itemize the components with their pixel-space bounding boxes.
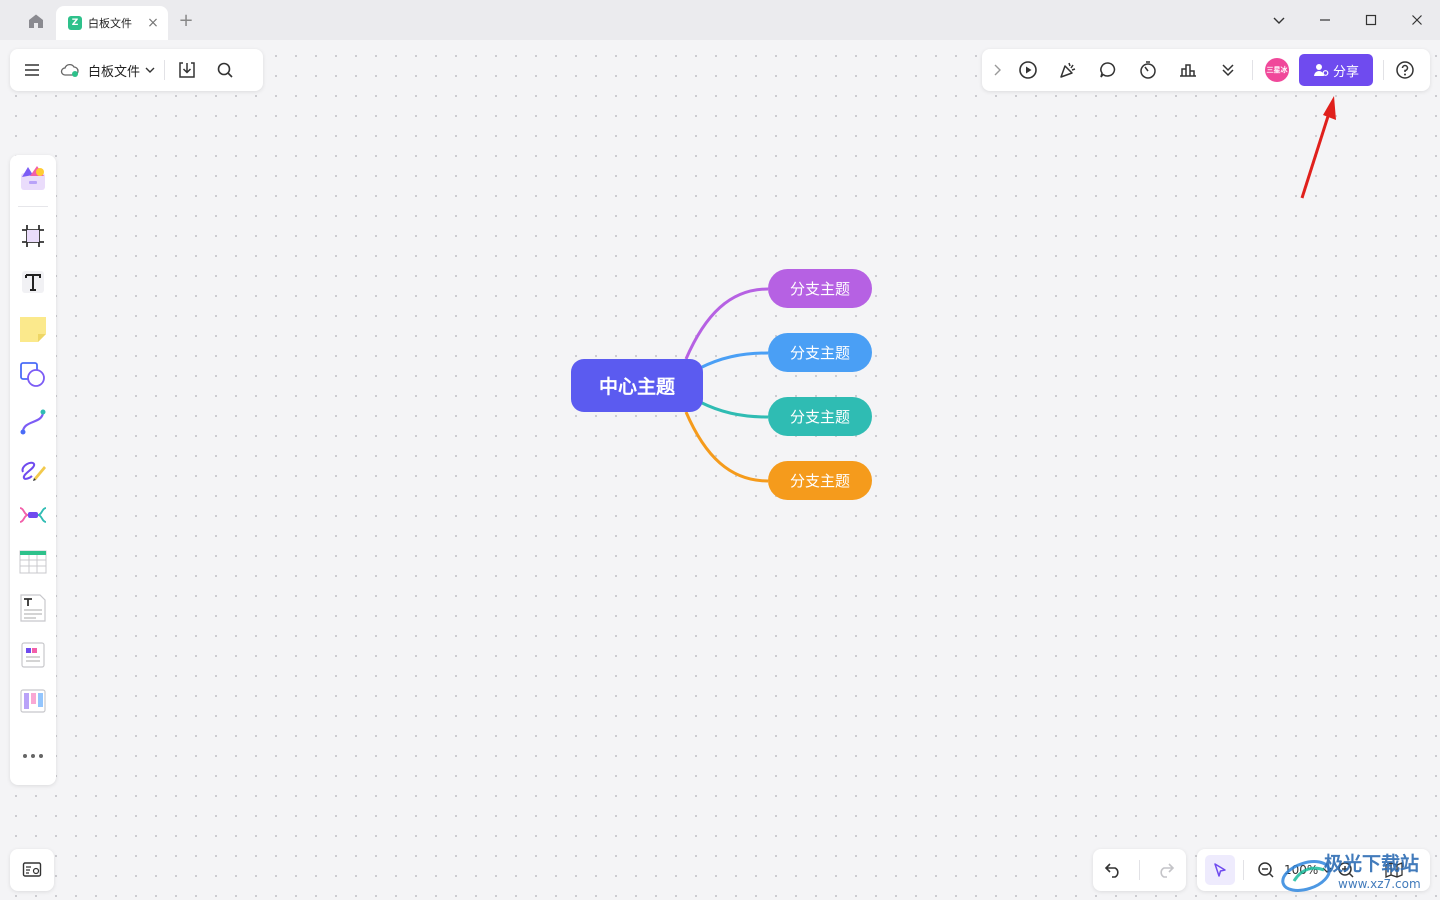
watermark-url: www.xz7.com: [1338, 877, 1421, 891]
undo-button[interactable]: [1099, 856, 1127, 884]
branch-topic[interactable]: 分支主题: [768, 461, 872, 500]
divider: [1243, 860, 1244, 880]
divider: [1139, 860, 1140, 880]
minimap-button[interactable]: [10, 849, 54, 891]
branch-topic[interactable]: 分支主题: [768, 397, 872, 436]
watermark-logo: 极光下载站 www.xz7.com: [1281, 852, 1421, 892]
select-tool-button[interactable]: [1205, 855, 1235, 885]
redo-icon: [1160, 863, 1175, 878]
branch-topic[interactable]: 分支主题: [768, 269, 872, 308]
branch-connector: [699, 400, 769, 419]
undo-icon: [1104, 863, 1119, 878]
zoom-out-icon: [1258, 862, 1274, 878]
redo-button[interactable]: [1152, 856, 1180, 884]
branch-topic[interactable]: 分支主题: [768, 333, 872, 372]
branch-connector: [684, 411, 769, 483]
annotation-arrow: [1300, 96, 1336, 199]
minimap-icon: [22, 862, 42, 877]
central-topic[interactable]: 中心主题: [571, 359, 703, 412]
branch-connector: [699, 351, 769, 370]
history-panel: [1093, 849, 1186, 891]
watermark-title: 极光下载站: [1324, 852, 1419, 875]
cursor-icon: [1214, 863, 1226, 877]
zoom-out-button[interactable]: [1252, 856, 1280, 884]
mindmap-connectors: [684, 287, 769, 483]
branch-connector: [684, 287, 769, 360]
